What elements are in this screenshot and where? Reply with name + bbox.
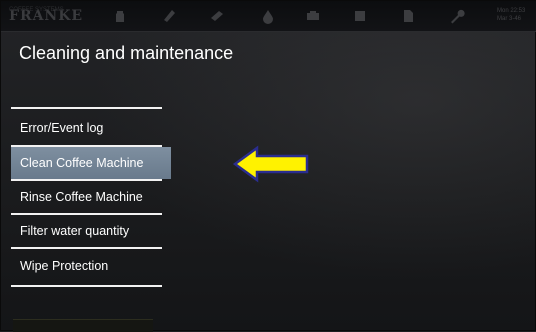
arrow-shape — [232, 145, 309, 183]
brand-logo-subtext: COFFEE SYSTEMS — [9, 7, 64, 13]
bottom-panel — [13, 319, 153, 332]
menu-divider — [11, 285, 162, 287]
menu-item-clean-coffee-machine[interactable]: Clean Coffee Machine — [11, 147, 171, 179]
cleaning-icon[interactable] — [159, 6, 179, 26]
clock-date: Mar 3-46 — [497, 16, 522, 22]
menu-item-rinse-coffee-machine[interactable]: Rinse Coffee Machine — [11, 181, 162, 213]
screen-frame: COFFEE SYSTEMS FRANKE Mon 22:53 Mar 3-46… — [0, 0, 536, 332]
maintenance-menu: Error/Event log Clean Coffee Machine Rin… — [11, 107, 171, 287]
menu-item-filter-water-quantity[interactable]: Filter water quantity — [11, 215, 162, 247]
clock-time: Mon 22:53 — [497, 8, 526, 14]
care-icon[interactable] — [207, 6, 227, 26]
counter-icon[interactable] — [350, 6, 370, 26]
menu-item-wipe-protection[interactable]: Wipe Protection — [11, 249, 162, 285]
brand-logo: COFFEE SYSTEMS FRANKE — [9, 7, 91, 25]
milk-icon[interactable] — [303, 6, 323, 26]
drop-icon[interactable] — [258, 6, 278, 26]
menu-item-error-event-log[interactable]: Error/Event log — [11, 109, 162, 145]
left-arrow-icon — [232, 145, 309, 183]
product-icon[interactable] — [110, 6, 130, 26]
wrench-icon[interactable] — [447, 6, 467, 26]
document-icon[interactable] — [398, 6, 418, 26]
top-status-bar: COFFEE SYSTEMS FRANKE Mon 22:53 Mar 3-46 — [1, 1, 536, 32]
page-title: Cleaning and maintenance — [19, 43, 234, 63]
clock-display: Mon 22:53 Mar 3-46 — [497, 7, 533, 23]
